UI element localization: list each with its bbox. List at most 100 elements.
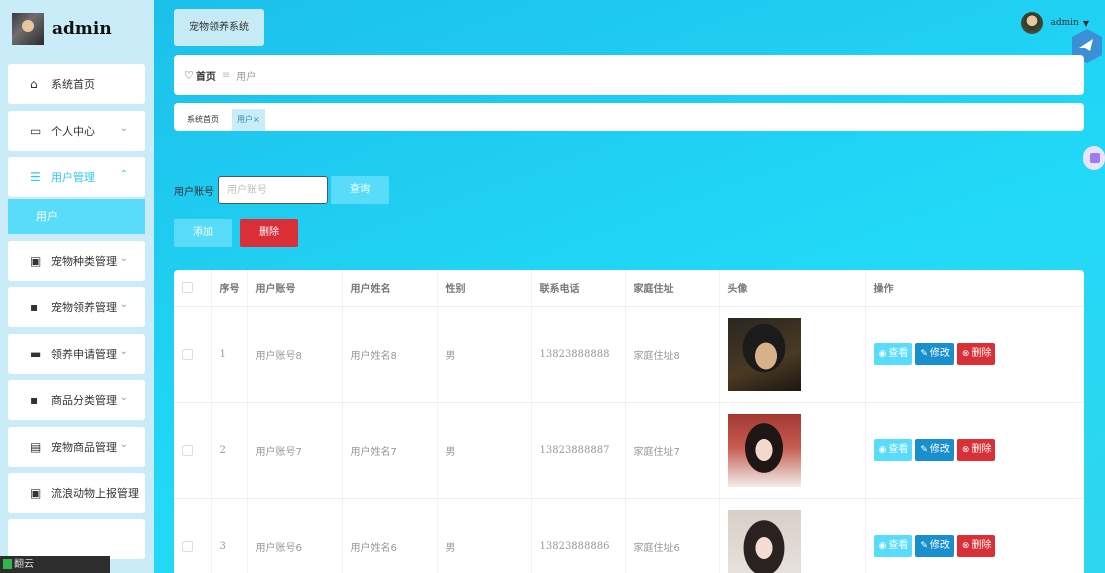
user-table: 序号 用户账号 用户姓名 性别 联系电话 家庭住址 头像 操作 1 用户账号8 … [174,270,1084,573]
chevron-down-icon: ⌄ [119,123,128,134]
sidebar-item-label: 系统首页 [51,78,95,91]
cell-name: 用户姓名8 [342,306,438,403]
tab-home[interactable]: 系统首页 [182,109,224,131]
chevron-down-icon: ⌄ [119,299,128,310]
query-button[interactable]: 查询 [331,176,389,204]
sidebar-item-label: 宠物种类管理 [51,255,117,268]
column-header: 头像 [719,270,866,307]
delete-button[interactable]: ⊗ 删除 [956,439,996,461]
chevron-down-icon: ⌄ [119,253,128,264]
sidebar-item-pet-type[interactable]: ▣ 宠物种类管理 ⌄ [8,241,145,281]
edit-button[interactable]: ✎ 修改 [915,535,954,557]
taskbar-app[interactable]: 翻云 [0,556,110,573]
pencil-icon: ✎ [920,541,928,551]
logo: admin [12,12,112,46]
close-icon[interactable]: × [253,115,260,124]
sidebar-item-home[interactable]: ⌂ 系统首页 [8,64,145,104]
row-checkbox[interactable] [182,540,193,552]
sidebar-item-pet-adoption[interactable]: ▪ 宠物领养管理 ⌄ [8,287,145,327]
column-header: 操作 [865,270,1084,307]
search-input[interactable] [218,176,328,204]
table-row: 2 用户账号7 用户姓名7 男 13823888887 家庭住址7 ◉ 查看 ✎ 修改… [174,402,1084,499]
eye-icon: ◉ [878,349,887,359]
sidebar-item-adoption-application[interactable]: ▬ 领养申请管理 ⌄ [8,334,145,374]
eye-icon: ◉ [878,541,887,551]
sidebar-item-more[interactable] [8,519,145,559]
breadcrumb-home[interactable]: 首页 [196,68,216,83]
cell-actions: ◉ 查看 ✎ 修改 ⊗ 删除 [865,402,1084,499]
sidebar-item-label: 宠物商品管理 [51,441,117,454]
cell-index: 1 [211,306,248,403]
sidebar-subitem-user[interactable]: 用户 [8,199,145,234]
row-checkbox[interactable] [182,348,193,360]
sidebar-item-stray-report[interactable]: ▣ 流浪动物上报管理 [8,473,145,513]
wallet-icon: ▭ [30,124,42,138]
batch-delete-button[interactable]: 删除 [240,219,298,247]
sidebar-item-pet-products[interactable]: ▤ 宠物商品管理 ⌄ [8,427,145,467]
cell-actions: ◉ 查看 ✎ 修改 ⊗ 删除 [865,498,1084,573]
sliders-icon: ☰ [30,170,41,184]
system-name-button[interactable]: 宠物领养系统 [174,9,264,46]
circle-x-icon: ⊗ [961,541,970,551]
breadcrumb-current: 用户 [236,71,257,83]
circle-x-icon: ⊗ [961,349,970,359]
cell-name: 用户姓名7 [342,402,438,499]
column-header: 用户账号 [247,270,343,307]
edit-button[interactable]: ✎ 修改 [915,343,954,365]
chat-widget-icon[interactable] [1083,146,1105,170]
sidebar-item-user-management[interactable]: ☰ 用户管理 ⌃ [8,157,145,197]
view-button[interactable]: ◉ 查看 [873,439,913,461]
row-select-cell [174,306,212,403]
select-all-checkbox[interactable] [182,282,193,293]
chevron-down-icon: ⌄ [119,392,128,403]
column-header: 性别 [437,270,532,307]
table-row: 3 用户账号6 用户姓名6 男 13823888886 家庭住址6 ◉ 查看 ✎ 修改… [174,498,1084,573]
main-content: 宠物领养系统 admin ▼ ♡ 首页 ≡ 用户 系统首页 用户× 用户账号 查… [154,0,1105,573]
sidebar-item-label: 宠物领养管理 [51,301,117,314]
user-avatar-image [727,509,801,573]
cell-avatar [719,306,866,403]
sidebar-item-product-category[interactable]: ▪ 商品分类管理 ⌄ [8,380,145,420]
tab-bar: 系统首页 用户× [174,103,1084,131]
delete-button[interactable]: ⊗ 删除 [956,535,996,557]
chevron-up-icon: ⌃ [119,169,128,180]
sidebar-item-label: 领养申请管理 [51,348,117,361]
home-icon: ⌂ [30,77,38,91]
cell-gender: 男 [437,498,532,573]
username: admin [1050,18,1079,28]
edit-button[interactable]: ✎ 修改 [915,439,954,461]
cell-index: 3 [211,498,248,573]
caret-down-icon: ▼ [1082,18,1089,28]
sidebar-item-label: 商品分类管理 [51,394,117,407]
view-button[interactable]: ◉ 查看 [873,343,913,365]
cell-account: 用户账号7 [247,402,343,499]
user-avatar-image [727,317,801,391]
pencil-icon: ✎ [920,349,928,359]
chevron-down-icon: ⌄ [119,346,128,357]
tab-user[interactable]: 用户× [232,109,265,131]
add-button[interactable]: 添加 [174,219,232,247]
sidebar: admin ⌂ 系统首页 ▭ 个人中心 ⌄ ☰ 用户管理 ⌃ 用户 ▣ 宠物种类… [0,0,154,573]
table-row: 1 用户账号8 用户姓名8 男 13823888888 家庭住址8 ◉ 查看 ✎ 修改… [174,306,1084,403]
sidebar-item-profile[interactable]: ▭ 个人中心 ⌄ [8,111,145,151]
logo-avatar [12,13,44,45]
view-button[interactable]: ◉ 查看 [873,535,913,557]
row-select-cell [174,498,212,573]
delete-button[interactable]: ⊗ 删除 [956,343,996,365]
row-checkbox[interactable] [182,444,193,456]
cell-address: 家庭住址6 [625,498,720,573]
cell-name: 用户姓名6 [342,498,438,573]
cell-index: 2 [211,402,248,499]
app-icon [3,559,12,569]
search-label: 用户账号 [174,187,214,198]
cell-address: 家庭住址8 [625,306,720,403]
cell-avatar [719,498,866,573]
clipboard-icon: ▣ [30,486,42,500]
briefcase-icon: ▤ [30,440,42,454]
heart-icon: ♡ [184,68,194,82]
sidebar-item-label: 个人中心 [51,125,95,138]
cell-phone: 13823888887 [531,402,626,499]
column-header: 联系电话 [531,270,626,307]
breadcrumb-separator: ≡ [221,69,231,81]
tab-label: 用户 [237,115,253,124]
